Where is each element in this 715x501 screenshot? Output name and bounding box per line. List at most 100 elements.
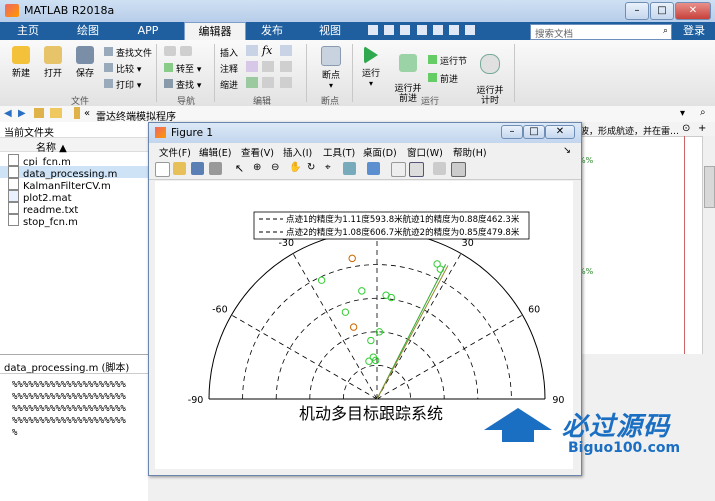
close-button[interactable]: ✕ [675, 2, 711, 20]
up-folder-icon[interactable] [34, 108, 44, 118]
fx-icon[interactable]: fx [262, 44, 272, 57]
menu-edit[interactable]: 编辑(E) [199, 145, 231, 159]
print-figure-icon[interactable] [209, 162, 222, 175]
rotate-3d-icon[interactable]: ↻ [307, 162, 320, 175]
open-button[interactable]: 打开 [38, 46, 68, 79]
window-title: MATLAB R2018a [24, 4, 115, 17]
file-item-data-processing[interactable]: data_processing.m [0, 166, 148, 180]
editor-add-tab-icon[interactable]: + [698, 123, 706, 134]
goto-button[interactable]: 转至 ▾ [164, 62, 201, 75]
advance-button[interactable]: 前进 [428, 72, 458, 85]
tab-plots[interactable]: 绘图 [66, 22, 110, 40]
back-nav-icon[interactable] [164, 46, 176, 56]
pan-hand-icon[interactable]: ✋ [289, 162, 302, 175]
link-plot-icon[interactable] [367, 162, 380, 175]
back-arrow-icon[interactable]: ◀ [4, 108, 12, 119]
file-item-stop-fcn[interactable]: stop_fcn.m [8, 214, 78, 228]
new-figure-icon[interactable] [155, 162, 170, 177]
file-item-kalman[interactable]: KalmanFilterCV.m [8, 178, 111, 192]
menu-tools[interactable]: 工具(T) [323, 145, 355, 159]
wrap-comment-icon[interactable] [280, 61, 292, 72]
save-button[interactable]: 保存 [70, 46, 100, 79]
figure-logo-icon [155, 127, 166, 138]
search-icon[interactable]: ⌕ [663, 26, 668, 36]
login-link[interactable]: 登录 [676, 22, 712, 40]
insert-section-icon[interactable] [246, 45, 258, 56]
text-file-icon [8, 202, 19, 214]
brush-icon[interactable] [343, 162, 356, 175]
divider [156, 44, 157, 102]
undo-icon[interactable] [432, 25, 443, 35]
copy-icon[interactable] [400, 25, 411, 35]
run-and-time-button[interactable]: 运行并 计时 [474, 44, 506, 106]
compare-button[interactable]: 比较 ▾ [104, 62, 141, 75]
minimize-button[interactable]: – [625, 2, 649, 20]
forward-nav-icon[interactable] [180, 46, 192, 56]
comment-button[interactable]: 注释 [220, 62, 238, 75]
figure-minimize-button[interactable]: – [501, 125, 523, 139]
menu-view[interactable]: 查看(V) [241, 145, 274, 159]
tab-apps[interactable]: APP [126, 22, 170, 40]
menu-file[interactable]: 文件(F) [159, 145, 191, 159]
menu-arrow-icon[interactable]: ↘ [563, 145, 571, 156]
zoom-out-icon[interactable]: ⊖ [271, 162, 284, 175]
hide-plot-tools-icon[interactable] [433, 162, 446, 175]
scroll-thumb[interactable] [704, 166, 715, 208]
browse-folder-icon[interactable] [50, 108, 62, 118]
print-button[interactable]: 打印 ▾ [104, 78, 141, 91]
paste-icon[interactable] [416, 25, 427, 35]
path-dropdown-icon[interactable]: ▾ [680, 108, 685, 119]
insert-function-icon[interactable] [280, 45, 292, 56]
file-item-plot2[interactable]: plot2.mat [8, 190, 72, 204]
menu-desktop[interactable]: 桌面(D) [363, 145, 397, 159]
search-documentation-box[interactable]: 搜索文档 ⌕ [530, 24, 672, 40]
chart-caption: 机动多目标跟踪系统 [299, 404, 443, 423]
editor-actions-icon[interactable]: ⊙ [682, 123, 690, 134]
find-button[interactable]: 查找 ▾ [164, 78, 201, 91]
breakpoints-button[interactable]: 断点 ▾ [314, 46, 348, 90]
save-figure-icon[interactable] [191, 162, 204, 175]
indent-button[interactable]: 缩进 [220, 78, 238, 91]
uncomment-icon[interactable] [262, 61, 274, 72]
figure-close-button[interactable]: ✕ [545, 125, 575, 139]
cut-icon[interactable] [384, 25, 395, 35]
menu-help[interactable]: 帮助(H) [453, 145, 487, 159]
increase-indent-icon[interactable] [262, 77, 274, 88]
legend[interactable]: 点迹1的精度为1.11度593.8米航迹1的精度为0.88度462.3米 点迹2… [253, 211, 530, 240]
run-button[interactable]: 运行 ▾ [356, 46, 386, 88]
decrease-indent-icon[interactable] [280, 77, 292, 88]
redo-icon[interactable] [448, 25, 459, 35]
angle-spoke [231, 314, 378, 400]
comment-icon[interactable] [246, 61, 258, 72]
maximize-button[interactable]: □ [650, 2, 674, 20]
open-file-icon[interactable] [173, 162, 186, 175]
menu-window[interactable]: 窗口(W) [407, 145, 443, 159]
tab-editor[interactable]: 编辑器 [184, 22, 246, 41]
find-files-button[interactable]: 查找文件 [104, 46, 152, 59]
tab-view[interactable]: 视图 [308, 22, 352, 40]
run-section-button[interactable]: 运行节 [428, 54, 467, 67]
file-item-cpi-fcn[interactable]: cpi_fcn.m [8, 154, 71, 168]
zoom-in-icon[interactable]: ⊕ [253, 162, 266, 175]
new-button[interactable]: 新建 [6, 46, 36, 79]
figure-maximize-button[interactable]: □ [523, 125, 545, 139]
menu-insert[interactable]: 插入(I) [283, 145, 312, 159]
smart-indent-icon[interactable] [246, 77, 258, 88]
colorbar-icon[interactable] [391, 162, 406, 177]
search-path-icon[interactable]: ⌕ [700, 107, 706, 118]
current-path[interactable]: 雷达终端模拟程序 [96, 108, 176, 123]
tab-publish[interactable]: 发布 [250, 22, 294, 40]
show-plot-tools-icon[interactable] [451, 162, 466, 177]
help-icon[interactable] [465, 25, 476, 35]
m-file-icon [8, 214, 19, 226]
save-icon[interactable] [368, 25, 378, 35]
file-item-readme[interactable]: readme.txt [8, 202, 78, 216]
legend-icon[interactable] [409, 162, 424, 177]
editor-scrollbar[interactable] [702, 136, 715, 354]
tab-home[interactable]: 主页 [6, 22, 50, 40]
data-cursor-icon[interactable]: ⌖ [325, 162, 338, 175]
select-arrow-icon[interactable]: ↖ [233, 162, 246, 175]
insert-button[interactable]: 插入 [220, 46, 238, 59]
forward-arrow-icon[interactable]: ▶ [18, 108, 26, 119]
column-name-header[interactable]: 名称 ▲ [36, 139, 67, 154]
